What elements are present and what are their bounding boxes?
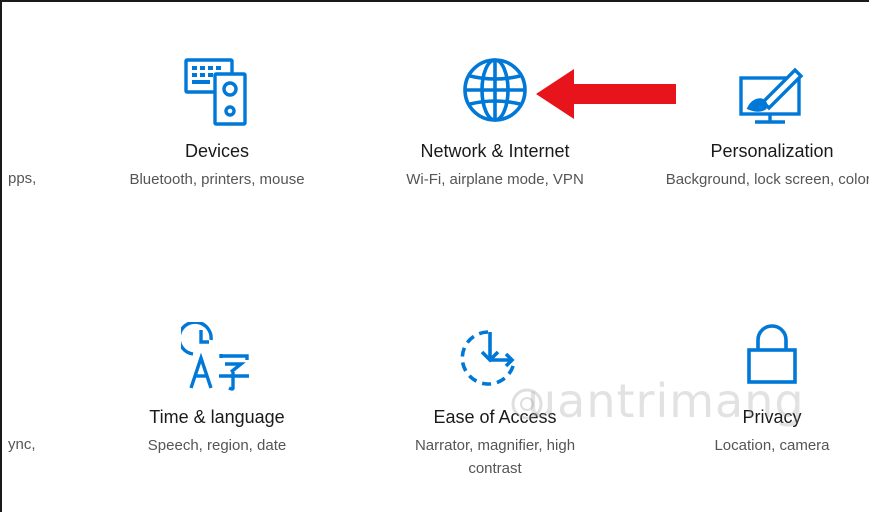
tile-title: Network & Internet	[420, 141, 570, 161]
tile-description: Narrator, magnifier, high contrast	[414, 437, 576, 477]
tile-title: Personalization	[710, 141, 834, 161]
tile-description: Background, lock screen, colors	[665, 171, 869, 188]
partial-tile-desc-accounts: ync,	[8, 436, 36, 453]
tile-title: Time & language	[149, 407, 285, 427]
tile-ease-of-access[interactable]: Ease of Access Narrator, magnifier, high…	[380, 310, 610, 490]
tile-description: Wi-Fi, airplane mode, VPN	[406, 171, 584, 188]
tile-description: Bluetooth, printers, mouse	[129, 171, 305, 188]
tile-network-internet[interactable]: Network & Internet Wi-Fi, airplane mode,…	[380, 42, 610, 212]
tile-devices[interactable]: Devices Bluetooth, printers, mouse	[102, 42, 332, 212]
partial-tile-desc-apps: pps,	[8, 170, 37, 187]
lock-icon	[745, 322, 799, 391]
globe-icon	[461, 56, 529, 129]
tile-title: Devices	[184, 141, 250, 161]
time-language-icon	[177, 320, 253, 397]
settings-window: pps, ync, Devices Bluetooth, printers, m…	[0, 0, 869, 512]
tile-description: Location, camera	[714, 437, 830, 454]
personalization-icon	[737, 64, 807, 131]
tile-title: Privacy	[742, 407, 802, 427]
tile-title: Ease of Access	[433, 407, 557, 427]
tile-personalization[interactable]: Personalization Background, lock screen,…	[657, 42, 869, 232]
red-arrow-icon	[536, 69, 680, 124]
tile-description: Speech, region, date	[147, 437, 287, 454]
tile-privacy[interactable]: Privacy Location, camera	[657, 310, 869, 480]
devices-icon	[182, 56, 252, 133]
ease-of-access-icon	[460, 326, 530, 393]
tile-time-language[interactable]: Time & language Speech, region, date	[102, 310, 332, 480]
